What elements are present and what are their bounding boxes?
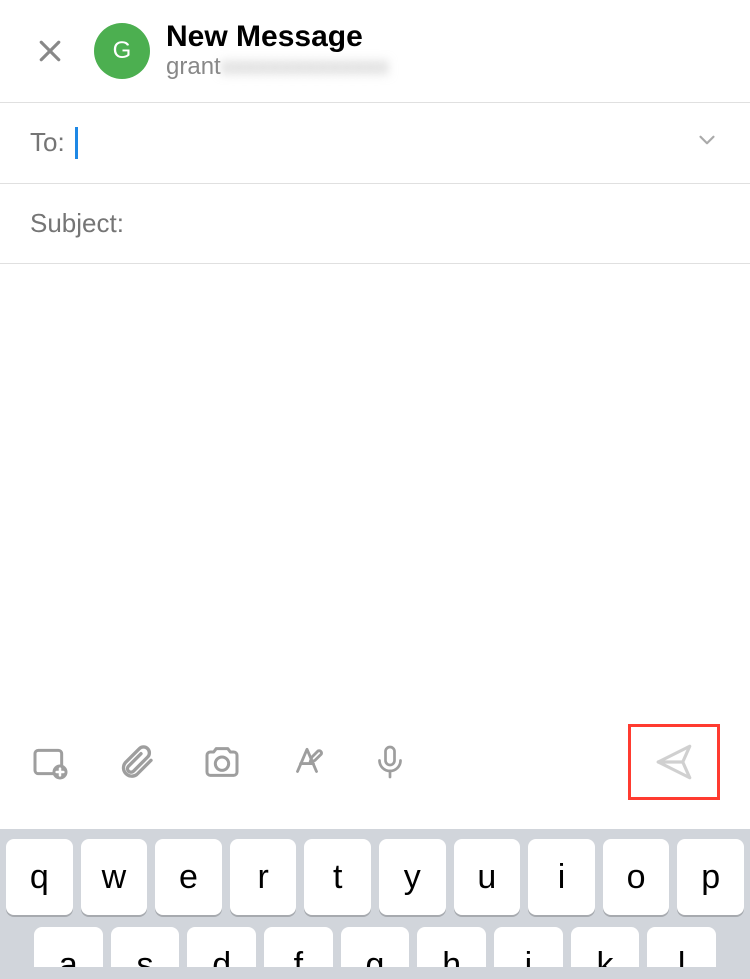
key-j[interactable]: j: [494, 927, 563, 967]
subject-label: Subject:: [30, 208, 124, 239]
key-d[interactable]: d: [187, 927, 256, 967]
key-o[interactable]: o: [603, 839, 670, 915]
mic-icon[interactable]: [372, 742, 408, 782]
avatar-initial: G: [113, 37, 132, 65]
compose-title: New Message: [166, 20, 389, 53]
key-a[interactable]: a: [34, 927, 103, 967]
key-k[interactable]: k: [571, 927, 640, 967]
key-l[interactable]: l: [647, 927, 716, 967]
send-button[interactable]: [628, 724, 720, 800]
key-f[interactable]: f: [264, 927, 333, 967]
keyboard: q w e r t y u i o p a s d f g h j k l: [0, 829, 750, 979]
to-label: To:: [30, 127, 65, 158]
keyboard-row-2: a s d f g h j k l: [6, 927, 744, 967]
key-h[interactable]: h: [417, 927, 486, 967]
sender-avatar: G: [94, 23, 150, 79]
key-q[interactable]: q: [6, 839, 73, 915]
subject-field-row[interactable]: Subject:: [0, 183, 750, 264]
key-i[interactable]: i: [528, 839, 595, 915]
key-w[interactable]: w: [81, 839, 148, 915]
close-button[interactable]: [30, 31, 70, 71]
format-icon[interactable]: [288, 743, 326, 781]
compose-body[interactable]: [0, 264, 750, 694]
title-block: New Message grantxxxxxxxxxxxxxx: [166, 20, 389, 82]
camera-icon[interactable]: [202, 742, 242, 782]
chevron-down-icon[interactable]: [694, 127, 720, 158]
sender-prefix: grant: [166, 53, 221, 80]
insert-card-icon[interactable]: [30, 742, 70, 782]
sender-line: grantxxxxxxxxxxxxxx: [166, 53, 389, 82]
send-icon: [653, 741, 695, 783]
attachment-icon[interactable]: [116, 742, 156, 782]
key-r[interactable]: r: [230, 839, 297, 915]
to-field-row[interactable]: To:: [0, 102, 750, 183]
text-cursor: [75, 127, 78, 159]
compose-header: G New Message grantxxxxxxxxxxxxxx: [0, 0, 750, 102]
keyboard-row-1: q w e r t y u i o p: [6, 839, 744, 915]
key-e[interactable]: e: [155, 839, 222, 915]
key-s[interactable]: s: [111, 927, 180, 967]
key-g[interactable]: g: [341, 927, 410, 967]
sender-blurred: xxxxxxxxxxxxxx: [221, 53, 389, 80]
close-icon: [35, 36, 65, 66]
key-p[interactable]: p: [677, 839, 744, 915]
key-u[interactable]: u: [454, 839, 521, 915]
key-t[interactable]: t: [304, 839, 371, 915]
key-y[interactable]: y: [379, 839, 446, 915]
compose-toolbar: [0, 724, 750, 810]
